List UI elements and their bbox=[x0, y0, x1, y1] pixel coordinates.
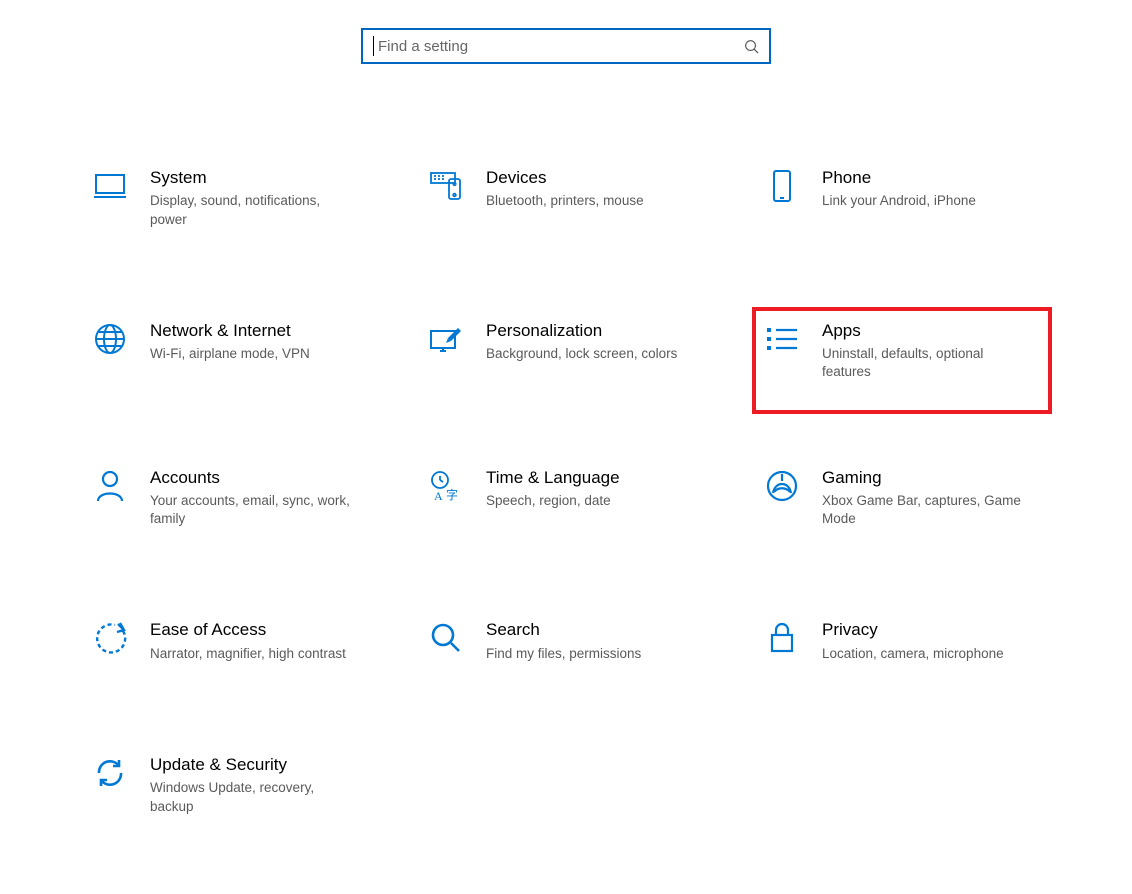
tile-desc: Xbox Game Bar, captures, Game Mode bbox=[822, 492, 1032, 528]
tile-text: Apps Uninstall, defaults, optional featu… bbox=[822, 321, 1032, 382]
tile-title: Gaming bbox=[822, 468, 1032, 488]
tile-desc: Display, sound, notifications, power bbox=[150, 192, 360, 228]
tile-privacy[interactable]: Privacy Location, camera, microphone bbox=[752, 606, 1052, 681]
tile-phone[interactable]: Phone Link your Android, iPhone bbox=[752, 154, 1052, 247]
tile-desc: Speech, region, date bbox=[486, 492, 620, 510]
tile-desc: Background, lock screen, colors bbox=[486, 345, 677, 363]
update-security-icon bbox=[92, 755, 128, 791]
devices-icon bbox=[428, 168, 464, 204]
tile-title: Accounts bbox=[150, 468, 360, 488]
network-icon bbox=[92, 321, 128, 357]
tile-system[interactable]: System Display, sound, notifications, po… bbox=[80, 154, 380, 247]
tile-apps[interactable]: Apps Uninstall, defaults, optional featu… bbox=[752, 307, 1052, 414]
tile-text: Devices Bluetooth, printers, mouse bbox=[486, 168, 644, 211]
text-caret bbox=[373, 36, 374, 56]
tile-desc: Windows Update, recovery, backup bbox=[150, 779, 360, 815]
tile-text: Accounts Your accounts, email, sync, wor… bbox=[150, 468, 360, 529]
tile-text: Time & Language Speech, region, date bbox=[486, 468, 620, 511]
tile-desc: Narrator, magnifier, high contrast bbox=[150, 645, 346, 663]
search-tile-icon bbox=[428, 620, 464, 656]
tile-title: Search bbox=[486, 620, 641, 640]
tile-personalization[interactable]: Personalization Background, lock screen,… bbox=[416, 307, 716, 394]
tile-text: Network & Internet Wi-Fi, airplane mode,… bbox=[150, 321, 310, 364]
tile-title: Ease of Access bbox=[150, 620, 346, 640]
tile-text: Update & Security Windows Update, recove… bbox=[150, 755, 360, 816]
tile-desc: Find my files, permissions bbox=[486, 645, 641, 663]
ease-of-access-icon bbox=[92, 620, 128, 656]
tile-title: Phone bbox=[822, 168, 976, 188]
tile-update-security[interactable]: Update & Security Windows Update, recove… bbox=[80, 741, 380, 834]
tile-desc: Link your Android, iPhone bbox=[822, 192, 976, 210]
tile-desc: Your accounts, email, sync, work, family bbox=[150, 492, 360, 528]
tile-title: Network & Internet bbox=[150, 321, 310, 341]
accounts-icon bbox=[92, 468, 128, 504]
phone-icon bbox=[764, 168, 800, 204]
tile-desc: Location, camera, microphone bbox=[822, 645, 1004, 663]
tile-text: Phone Link your Android, iPhone bbox=[822, 168, 976, 211]
time-language-icon: A 字 bbox=[428, 468, 464, 504]
tile-title: Time & Language bbox=[486, 468, 620, 488]
settings-grid: System Display, sound, notifications, po… bbox=[0, 154, 1132, 894]
tile-text: System Display, sound, notifications, po… bbox=[150, 168, 360, 229]
search-box[interactable] bbox=[361, 28, 771, 64]
personalization-icon bbox=[428, 321, 464, 357]
tile-title: Apps bbox=[822, 321, 1032, 341]
system-icon bbox=[92, 168, 128, 204]
tile-search[interactable]: Search Find my files, permissions bbox=[416, 606, 716, 681]
search-row bbox=[0, 28, 1132, 64]
tile-desc: Wi-Fi, airplane mode, VPN bbox=[150, 345, 310, 363]
tile-network[interactable]: Network & Internet Wi-Fi, airplane mode,… bbox=[80, 307, 380, 394]
tile-text: Privacy Location, camera, microphone bbox=[822, 620, 1004, 663]
svg-text:A: A bbox=[434, 489, 443, 502]
tile-gaming[interactable]: Gaming Xbox Game Bar, captures, Game Mod… bbox=[752, 454, 1052, 547]
tile-title: Privacy bbox=[822, 620, 1004, 640]
apps-icon bbox=[764, 321, 800, 357]
tile-title: Update & Security bbox=[150, 755, 360, 775]
tile-text: Search Find my files, permissions bbox=[486, 620, 641, 663]
search-icon bbox=[744, 39, 759, 54]
privacy-icon bbox=[764, 620, 800, 656]
tile-title: Devices bbox=[486, 168, 644, 188]
svg-text:字: 字 bbox=[446, 487, 458, 502]
tile-text: Personalization Background, lock screen,… bbox=[486, 321, 677, 364]
tile-title: Personalization bbox=[486, 321, 677, 341]
tile-text: Ease of Access Narrator, magnifier, high… bbox=[150, 620, 346, 663]
search-input[interactable] bbox=[376, 37, 744, 56]
tile-devices[interactable]: Devices Bluetooth, printers, mouse bbox=[416, 154, 716, 247]
gaming-icon bbox=[764, 468, 800, 504]
tile-title: System bbox=[150, 168, 360, 188]
tile-desc: Bluetooth, printers, mouse bbox=[486, 192, 644, 210]
tile-time-language[interactable]: A 字 Time & Language Speech, region, date bbox=[416, 454, 716, 547]
tile-desc: Uninstall, defaults, optional features bbox=[822, 345, 1032, 381]
tile-ease-of-access[interactable]: Ease of Access Narrator, magnifier, high… bbox=[80, 606, 380, 681]
tile-text: Gaming Xbox Game Bar, captures, Game Mod… bbox=[822, 468, 1032, 529]
tile-accounts[interactable]: Accounts Your accounts, email, sync, wor… bbox=[80, 454, 380, 547]
